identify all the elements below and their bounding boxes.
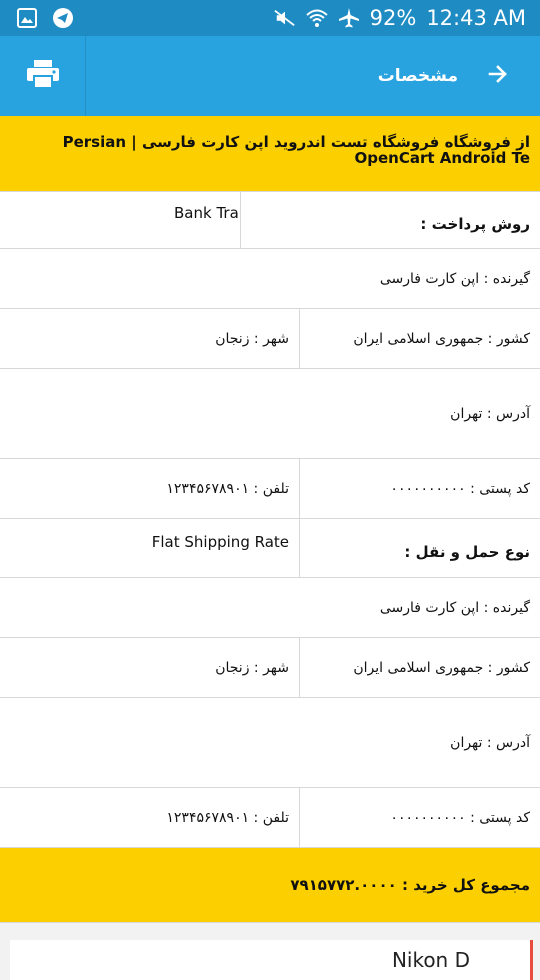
payment-recipient-row: گیرنده : اپن کارت فارسی [0,249,540,309]
cell-divider [299,309,300,368]
clock: 12:43 AM [426,6,526,30]
print-button[interactable] [0,36,86,116]
shipping-method-label: نوع حمل و نقل : [404,543,530,561]
cell-divider [299,638,300,697]
page-title: مشخصات [377,66,458,86]
shipping-city: شهر : زنجان [215,659,289,676]
store-banner: از فروشگاه فروشگاه تست اندروید اپن کارت … [0,116,540,192]
payment-method-value: Bank Tra [174,204,239,222]
payment-location-row: کشور : جمهوری اسلامی ایران شهر : زنجان [0,309,540,369]
payment-contact-row: کد پستی : ۰۰۰۰۰۰۰۰۰۰ تلفن : ۱۲۳۴۵۶۷۸۹۰۱ [0,459,540,519]
telegram-notification-icon [52,7,74,29]
arrow-right-icon [488,65,508,87]
order-details: از فروشگاه فروشگاه تست اندروید اپن کارت … [0,116,540,923]
payment-city: شهر : زنجان [215,330,289,347]
shipping-contact-row: کد پستی : ۰۰۰۰۰۰۰۰۰۰ تلفن : ۱۲۳۴۵۶۷۸۹۰۱ [0,788,540,848]
payment-address: آدرس : تهران [450,405,530,422]
cell-divider [299,788,300,847]
shipping-recipient: گیرنده : اپن کارت فارسی [379,599,530,616]
shipping-recipient-row: گیرنده : اپن کارت فارسی [0,578,540,638]
app-bar: مشخصات [0,36,540,116]
wifi-icon [305,7,328,29]
store-banner-text: از فروشگاه فروشگاه تست اندروید اپن کارت … [62,133,530,167]
battery-percentage: 92% [369,6,417,30]
shipping-method-value: Flat Shipping Rate [151,533,289,551]
order-total-row: مجموع کل خرید : ۷۹۱۵۷۷۲.۰۰۰۰ [0,848,540,923]
mute-icon [273,7,296,29]
shipping-method-row: نوع حمل و نقل : Flat Shipping Rate [0,519,540,578]
order-total: مجموع کل خرید : ۷۹۱۵۷۷۲.۰۰۰۰ [290,876,530,894]
gallery-notification-icon [16,7,38,29]
payment-address-row: آدرس : تهران [0,369,540,459]
shipping-phone: تلفن : ۱۲۳۴۵۶۷۸۹۰۱ [166,809,289,826]
back-button[interactable] [482,60,514,92]
payment-phone: تلفن : ۱۲۳۴۵۶۷۸۹۰۱ [166,480,289,497]
print-icon [26,59,60,93]
payment-postal-code: کد پستی : ۰۰۰۰۰۰۰۰۰۰ [390,480,530,497]
product-name: Nikon D [391,948,470,972]
shipping-address: آدرس : تهران [450,734,530,751]
payment-method-row: روش پرداخت : Bank Tra [0,192,540,249]
cell-divider [299,459,300,518]
shipping-address-row: آدرس : تهران [0,698,540,788]
status-bar: 92% 12:43 AM [0,0,540,36]
airplane-mode-icon [338,7,360,29]
payment-method-label: روش پرداخت : [420,215,530,233]
shipping-location-row: کشور : جمهوری اسلامی ایران شهر : زنجان [0,638,540,698]
payment-recipient: گیرنده : اپن کارت فارسی [379,270,530,287]
shipping-postal-code: کد پستی : ۰۰۰۰۰۰۰۰۰۰ [390,809,530,826]
cell-divider [299,519,300,577]
cell-divider [240,192,241,248]
product-card[interactable]: Nikon D [10,940,533,980]
shipping-country: کشور : جمهوری اسلامی ایران [353,659,530,676]
payment-country: کشور : جمهوری اسلامی ایران [353,330,530,347]
